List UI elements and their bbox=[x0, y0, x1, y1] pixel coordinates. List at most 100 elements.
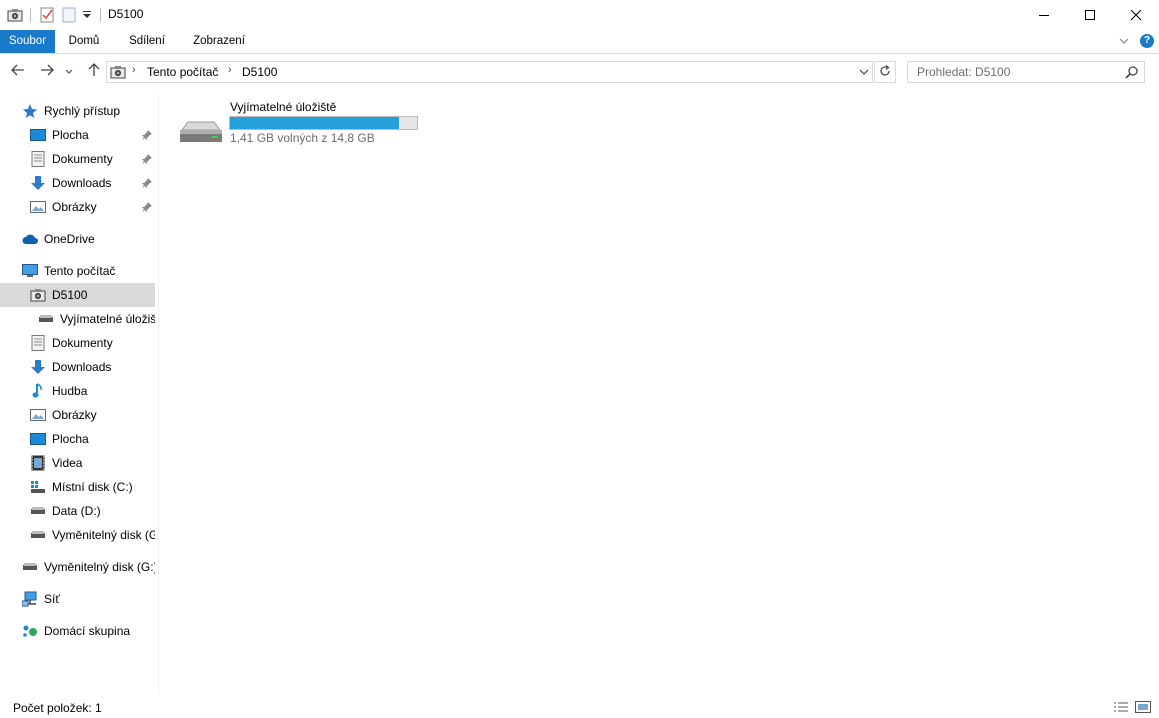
sidebar-item-downloads-pc[interactable]: Downloads bbox=[0, 355, 155, 379]
help-icon[interactable]: ? bbox=[1140, 34, 1154, 48]
sidebar-item-label: D5100 bbox=[52, 288, 88, 302]
document-icon bbox=[30, 151, 46, 167]
tab-sdileni[interactable]: Sdílení bbox=[121, 30, 173, 53]
removable-drive-icon bbox=[178, 118, 224, 149]
sidebar-item-label: Hudba bbox=[52, 384, 88, 398]
sidebar-item-obrazky-pc[interactable]: Obrázky bbox=[0, 403, 155, 427]
sidebar-item-plocha-pc[interactable]: Plocha bbox=[0, 427, 155, 451]
sidebar-item-label: Vyjímatelné úložiště bbox=[60, 312, 155, 326]
search-input[interactable] bbox=[908, 62, 1122, 82]
sidebar-item-vymenitelny-disk-g[interactable]: Vyměnitelný disk (G:) bbox=[0, 523, 155, 547]
star-icon bbox=[22, 103, 38, 119]
sidebar-item-obrazky[interactable]: Obrázky bbox=[0, 195, 155, 219]
drive-name: Vyjímatelné úložiště bbox=[230, 100, 337, 114]
customize-toolbar-icon[interactable] bbox=[82, 6, 92, 24]
camera-icon bbox=[110, 64, 126, 83]
sidebar-item-onedrive[interactable]: OneDrive bbox=[0, 227, 155, 251]
homegroup-icon bbox=[22, 623, 38, 639]
properties-icon[interactable] bbox=[39, 6, 55, 24]
pin-icon bbox=[141, 201, 153, 213]
arrow-right-icon bbox=[40, 63, 54, 81]
address-history-chevron-icon[interactable] bbox=[858, 66, 870, 81]
sidebar-item-label: Downloads bbox=[52, 360, 112, 374]
back-button[interactable] bbox=[8, 62, 28, 82]
sidebar-item-label: Domácí skupina bbox=[44, 624, 131, 638]
search-icon[interactable] bbox=[1125, 65, 1139, 82]
download-icon bbox=[30, 359, 46, 375]
breadcrumb-separator-icon[interactable]: › bbox=[228, 64, 232, 76]
large-icons-view-icon[interactable] bbox=[1135, 700, 1151, 714]
sidebar-item-quick-access[interactable]: Rychlý přístup bbox=[0, 99, 155, 123]
forward-button[interactable] bbox=[37, 62, 57, 82]
sidebar-item-label: Plocha bbox=[52, 128, 89, 142]
minimize-icon bbox=[1039, 7, 1049, 23]
tab-soubor[interactable]: Soubor bbox=[0, 30, 55, 53]
desktop-icon bbox=[30, 127, 46, 143]
sidebar-item-label: Rychlý přístup bbox=[44, 104, 121, 118]
cloud-icon bbox=[22, 231, 38, 247]
sidebar-item-label: OneDrive bbox=[44, 232, 95, 246]
new-folder-icon[interactable] bbox=[62, 6, 76, 24]
status-bar: Počet položek: 1 bbox=[0, 698, 1159, 718]
navigation-pane: Rychlý přístup Plocha Dokumenty Download… bbox=[0, 95, 159, 695]
arrow-up-icon bbox=[88, 62, 100, 82]
drive-usage-fill bbox=[230, 117, 399, 129]
sidebar-item-d5100[interactable]: D5100 bbox=[0, 283, 155, 307]
sidebar-item-label: Obrázky bbox=[52, 200, 97, 214]
search-box[interactable] bbox=[907, 61, 1145, 83]
sidebar-item-label: Obrázky bbox=[52, 408, 97, 422]
sidebar-item-dokumenty-pc[interactable]: Dokumenty bbox=[0, 331, 155, 355]
close-icon bbox=[1130, 7, 1142, 23]
sidebar-item-plocha[interactable]: Plocha bbox=[0, 123, 155, 147]
recent-locations-button[interactable] bbox=[62, 62, 76, 82]
desktop-icon bbox=[30, 431, 46, 447]
details-view-icon[interactable] bbox=[1113, 700, 1129, 714]
sidebar-item-label: Dokumenty bbox=[52, 152, 113, 166]
drive-icon bbox=[30, 503, 46, 519]
sidebar-item-vyjimatelne-uloziste[interactable]: Vyjímatelné úložiště bbox=[0, 307, 155, 331]
drive-usage-bar bbox=[229, 116, 418, 130]
ribbon-expand-chevron-icon[interactable] bbox=[1118, 35, 1130, 50]
drive-icon bbox=[30, 527, 46, 543]
refresh-button[interactable] bbox=[874, 61, 896, 83]
address-bar[interactable]: › Tento počítač › D5100 bbox=[106, 61, 873, 83]
sidebar-item-mistni-disk-c[interactable]: Místní disk (C:) bbox=[0, 475, 155, 499]
breadcrumb-separator-icon[interactable]: › bbox=[132, 64, 136, 76]
maximize-button[interactable] bbox=[1067, 0, 1113, 30]
content-pane bbox=[159, 95, 1159, 695]
close-button[interactable] bbox=[1113, 0, 1159, 30]
ribbon: Soubor Domů Sdílení Zobrazení ? bbox=[0, 30, 1159, 54]
item-count: Počet položek: 1 bbox=[13, 701, 102, 715]
sidebar-item-hudba[interactable]: Hudba bbox=[0, 379, 155, 403]
sidebar-item-data-d[interactable]: Data (D:) bbox=[0, 499, 155, 523]
refresh-icon bbox=[879, 64, 891, 80]
breadcrumb-d5100[interactable]: D5100 bbox=[242, 65, 277, 79]
maximize-icon bbox=[1085, 7, 1095, 23]
sidebar-item-dokumenty[interactable]: Dokumenty bbox=[0, 147, 155, 171]
sidebar-item-label: Tento počítač bbox=[44, 264, 116, 278]
sidebar-item-domaci-skupina[interactable]: Domácí skupina bbox=[0, 619, 155, 643]
sidebar-item-tento-pocitac[interactable]: Tento počítač bbox=[0, 259, 155, 283]
tab-zobrazeni[interactable]: Zobrazení bbox=[186, 30, 252, 53]
window-title: D5100 bbox=[108, 7, 144, 21]
sidebar-item-sit[interactable]: Síť bbox=[0, 587, 155, 611]
tab-domu[interactable]: Domů bbox=[62, 30, 106, 53]
up-button[interactable] bbox=[84, 62, 104, 82]
breadcrumb-tento-pocitac[interactable]: Tento počítač bbox=[147, 65, 218, 79]
sidebar-item-vymenitelny-disk-g-root[interactable]: Vyměnitelný disk (G:) bbox=[0, 555, 155, 579]
minimize-button[interactable] bbox=[1021, 0, 1067, 30]
music-icon bbox=[30, 383, 46, 399]
camera-icon bbox=[30, 287, 46, 303]
document-icon bbox=[30, 335, 46, 351]
computer-icon bbox=[22, 263, 38, 279]
sidebar-item-label: Dokumenty bbox=[52, 336, 113, 350]
sidebar-item-videa[interactable]: Videa bbox=[0, 451, 155, 475]
drive-icon bbox=[22, 559, 38, 575]
pin-icon bbox=[141, 129, 153, 141]
title-bar: D5100 bbox=[0, 0, 1159, 30]
pin-icon bbox=[141, 153, 153, 165]
arrow-left-icon bbox=[11, 63, 25, 81]
sidebar-item-label: Videa bbox=[52, 456, 83, 470]
sidebar-item-downloads[interactable]: Downloads bbox=[0, 171, 155, 195]
pictures-icon bbox=[30, 407, 46, 423]
